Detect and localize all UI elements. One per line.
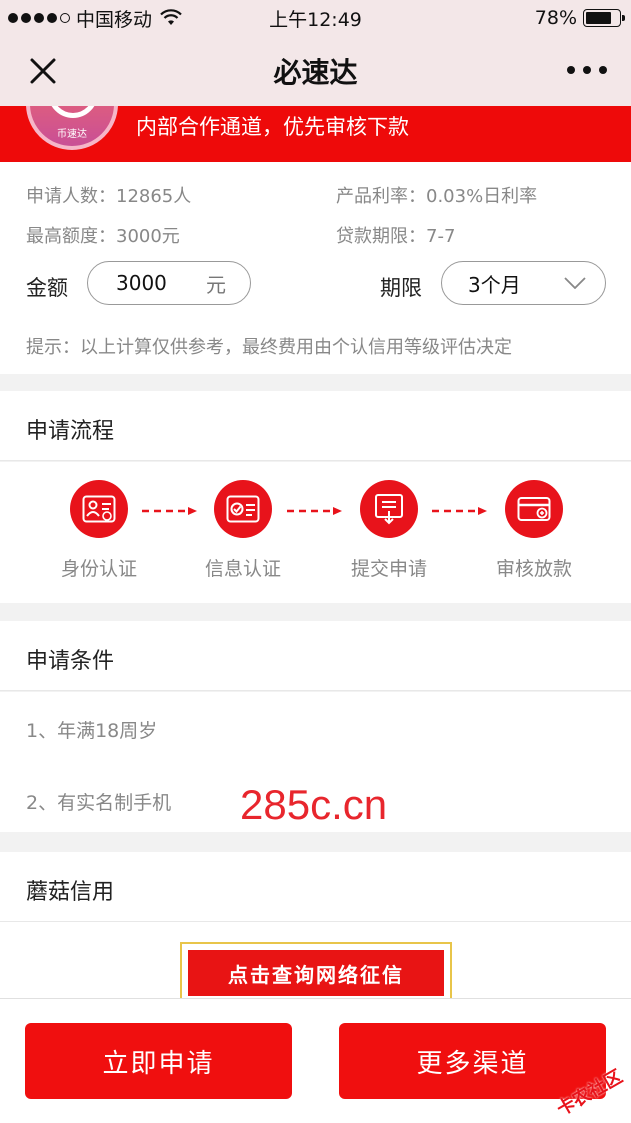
amount-label: 金额 — [26, 276, 68, 300]
credit-body: 点击查询网络征信 — [0, 922, 631, 1002]
id-card-icon — [70, 480, 128, 538]
wifi-icon — [160, 9, 182, 25]
banner-text: 内部合作通道，优先审核下款 — [136, 115, 409, 139]
apply-now-button[interactable]: 立即申请 — [25, 1023, 292, 1099]
carrier-name: 中国移动 — [76, 8, 153, 31]
signal-strength-icon — [8, 13, 70, 23]
step-payout: 审核放款 — [479, 480, 589, 581]
process-title: 申请流程 — [26, 419, 115, 444]
step-label: 提交申请 — [350, 558, 427, 580]
battery-icon — [583, 9, 625, 27]
process-section-header: 申请流程 — [0, 391, 631, 461]
battery-percent: 78% — [534, 7, 577, 29]
status-bar: 中国移动 上午12:49 78% — [0, 0, 631, 36]
step-label: 身份认证 — [60, 558, 137, 580]
submit-form-icon — [360, 480, 418, 538]
step-info: 信息认证 — [188, 480, 298, 581]
conditions-title: 申请条件 — [26, 649, 115, 674]
applicants-count: 申请人数：12865人 — [26, 186, 192, 207]
product-card: 申请人数：12865人 产品利率：0.03%日利率 最高额度：3000元 贷款期… — [0, 162, 631, 374]
more-menu-icon[interactable] — [567, 66, 607, 74]
interest-rate: 产品利率：0.03%日利率 — [336, 186, 538, 207]
conditions-list: 1、年满18周岁 2、有实名制手机 285c.cn — [0, 692, 631, 832]
verified-card-icon — [214, 480, 272, 538]
step-label: 信息认证 — [204, 558, 281, 580]
more-channels-button[interactable]: 更多渠道 — [339, 1023, 606, 1099]
step-identity: 身份认证 — [44, 480, 154, 581]
query-credit-button[interactable]: 点击查询网络征信 — [188, 950, 444, 996]
step-submit: 提交申请 — [334, 480, 444, 581]
term-value: 3个月 — [468, 272, 521, 297]
page-title: 必速达 — [273, 56, 358, 89]
loan-term-range: 贷款期限：7-7 — [336, 226, 456, 247]
promo-banner: 币速达 内部合作通道，优先审核下款 — [0, 106, 631, 162]
bottom-action-bar: 立即申请 更多渠道 卡农社区 — [0, 998, 631, 1123]
calculation-hint: 提示：以上计算仅供参考，最终费用由个认信用等级评估决定 — [26, 337, 512, 358]
amount-unit: 元 — [206, 272, 226, 297]
term-label: 期限 — [380, 276, 422, 300]
brand-logo: 币速达 — [26, 106, 118, 150]
nav-bar: 必速达 — [0, 36, 631, 106]
process-steps: 身份认证 信息认证 提交申请 审核放款 — [0, 462, 631, 603]
close-icon[interactable] — [26, 54, 60, 88]
step-label: 审核放款 — [495, 558, 572, 580]
amount-input[interactable]: 3000 元 — [87, 261, 251, 305]
amount-value[interactable]: 3000 — [116, 271, 206, 295]
max-amount: 最高额度：3000元 — [26, 226, 180, 247]
site-watermark: 285c.cn — [240, 781, 388, 828]
credit-section-header: 蘑菇信用 — [0, 852, 631, 922]
list-item: 1、年满18周岁 — [26, 720, 158, 742]
term-select[interactable]: 3个月 — [441, 261, 606, 305]
payment-card-icon — [505, 480, 563, 538]
chevron-down-icon — [564, 277, 586, 289]
list-item: 2、有实名制手机 — [26, 792, 172, 814]
conditions-section-header: 申请条件 — [0, 621, 631, 691]
credit-title: 蘑菇信用 — [26, 880, 115, 905]
